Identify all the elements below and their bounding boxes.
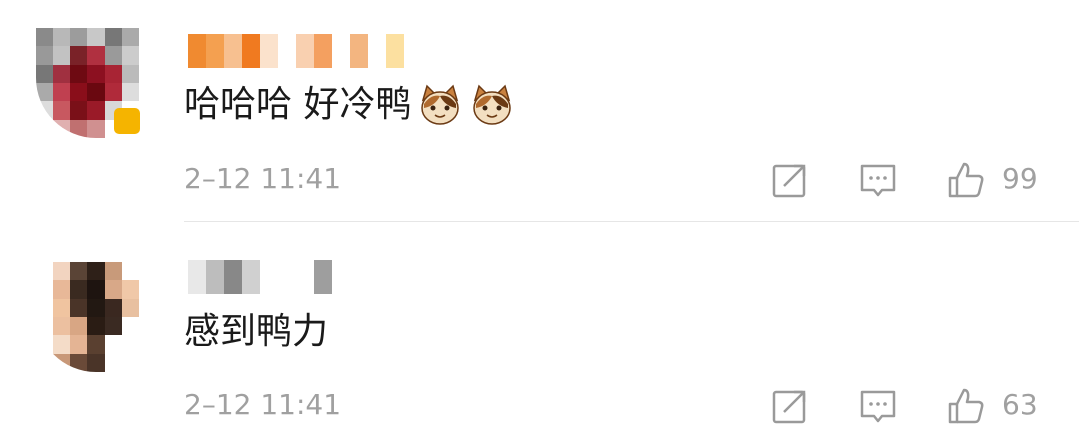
comment-text-label: 感到鸭力 xyxy=(184,311,329,352)
cat-face-emoji-icon xyxy=(473,84,512,125)
thumbs-up-icon[interactable] xyxy=(946,386,986,426)
comment-icon[interactable] xyxy=(858,386,898,426)
repost-icon[interactable] xyxy=(770,160,810,200)
comment-item: 感到鸭力 2–12 11:41 63 xyxy=(0,222,1079,436)
comment-text: 感到鸭力 xyxy=(184,310,328,354)
comment-item: 哈哈哈 好冷鸭 2–12 11:41 99 xyxy=(0,0,1079,222)
comment-actions: 63 xyxy=(0,386,1079,426)
comment-actions: 99 xyxy=(0,160,1079,200)
comment-text-label: 哈哈哈 好冷鸭 xyxy=(184,84,412,125)
username-redacted[interactable] xyxy=(188,34,404,70)
username-redacted[interactable] xyxy=(188,260,332,296)
cat-face-emoji-icon xyxy=(421,84,460,125)
like-count: 99 xyxy=(1002,162,1038,195)
thumbs-up-icon[interactable] xyxy=(946,160,986,200)
avatar[interactable] xyxy=(36,262,156,372)
vip-badge-icon xyxy=(114,108,140,134)
comment-icon[interactable] xyxy=(858,160,898,200)
repost-icon[interactable] xyxy=(770,386,810,426)
comment-text: 哈哈哈 好冷鸭 xyxy=(184,82,515,128)
like-count: 63 xyxy=(1002,388,1038,421)
